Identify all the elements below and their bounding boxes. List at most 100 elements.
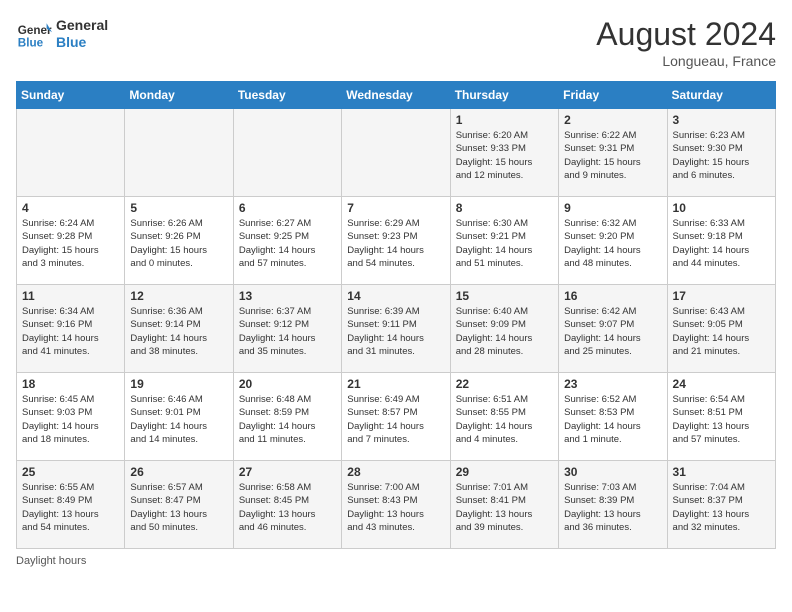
day-number: 31: [673, 465, 770, 479]
calendar-cell: 5 Sunrise: 6:26 AMSunset: 9:26 PMDaylight…: [125, 197, 233, 285]
day-info: Sunrise: 7:03 AMSunset: 8:39 PMDaylight:…: [564, 481, 661, 534]
day-info: Sunrise: 6:26 AMSunset: 9:26 PMDaylight:…: [130, 217, 227, 270]
calendar-cell: 24 Sunrise: 6:54 AMSunset: 8:51 PMDayligh…: [667, 373, 775, 461]
logo-line1: General: [56, 17, 108, 34]
calendar-cell: 9 Sunrise: 6:32 AMSunset: 9:20 PMDaylight…: [559, 197, 667, 285]
month-year: August 2024: [596, 16, 776, 53]
calendar-cell: 19 Sunrise: 6:46 AMSunset: 9:01 PMDayligh…: [125, 373, 233, 461]
day-number: 24: [673, 377, 770, 391]
page-header: General Blue General Blue August 2024 Lo…: [16, 16, 776, 69]
calendar-cell: 27 Sunrise: 6:58 AMSunset: 8:45 PMDayligh…: [233, 461, 341, 549]
calendar-cell: 11Sunrise: 6:34 AMSunset: 9:16 PMDayligh…: [17, 285, 125, 373]
day-info: Sunrise: 6:27 AMSunset: 9:25 PMDaylight:…: [239, 217, 336, 270]
day-info: Sunrise: 6:29 AMSunset: 9:23 PMDaylight:…: [347, 217, 444, 270]
day-info: Sunrise: 6:36 AMSunset: 9:14 PMDaylight:…: [130, 305, 227, 358]
day-info: Sunrise: 6:39 AMSunset: 9:11 PMDaylight:…: [347, 305, 444, 358]
calendar-cell: 17Sunrise: 6:43 AMSunset: 9:05 PMDayligh…: [667, 285, 775, 373]
week-row-1: 1Sunrise: 6:20 AMSunset: 9:33 PMDaylight…: [17, 109, 776, 197]
header-day-wednesday: Wednesday: [342, 82, 450, 109]
logo: General Blue General Blue: [16, 16, 108, 52]
header-day-monday: Monday: [125, 82, 233, 109]
day-info: Sunrise: 7:04 AMSunset: 8:37 PMDaylight:…: [673, 481, 770, 534]
day-number: 19: [130, 377, 227, 391]
day-number: 30: [564, 465, 661, 479]
day-info: Sunrise: 6:32 AMSunset: 9:20 PMDaylight:…: [564, 217, 661, 270]
day-info: Sunrise: 6:40 AMSunset: 9:09 PMDaylight:…: [456, 305, 553, 358]
calendar-cell: 29 Sunrise: 7:01 AMSunset: 8:41 PMDayligh…: [450, 461, 558, 549]
calendar-cell: 18Sunrise: 6:45 AMSunset: 9:03 PMDayligh…: [17, 373, 125, 461]
week-row-3: 11Sunrise: 6:34 AMSunset: 9:16 PMDayligh…: [17, 285, 776, 373]
day-number: 13: [239, 289, 336, 303]
day-number: 14: [347, 289, 444, 303]
header-day-thursday: Thursday: [450, 82, 558, 109]
week-row-5: 25 Sunrise: 6:55 AMSunset: 8:49 PMDayligh…: [17, 461, 776, 549]
calendar-cell: [342, 109, 450, 197]
title-block: August 2024 Longueau, France: [596, 16, 776, 69]
calendar-cell: 22 Sunrise: 6:51 AMSunset: 8:55 PMDayligh…: [450, 373, 558, 461]
svg-text:Blue: Blue: [18, 37, 44, 50]
calendar-cell: [125, 109, 233, 197]
header-row: SundayMondayTuesdayWednesdayThursdayFrid…: [17, 82, 776, 109]
header-day-friday: Friday: [559, 82, 667, 109]
footer-label: Daylight hours: [16, 555, 776, 567]
day-info: Sunrise: 6:33 AMSunset: 9:18 PMDaylight:…: [673, 217, 770, 270]
day-number: 26: [130, 465, 227, 479]
calendar-cell: 15Sunrise: 6:40 AMSunset: 9:09 PMDayligh…: [450, 285, 558, 373]
day-info: Sunrise: 6:55 AMSunset: 8:49 PMDaylight:…: [22, 481, 119, 534]
calendar-cell: 1Sunrise: 6:20 AMSunset: 9:33 PMDaylight…: [450, 109, 558, 197]
day-number: 25: [22, 465, 119, 479]
day-info: Sunrise: 6:34 AMSunset: 9:16 PMDaylight:…: [22, 305, 119, 358]
calendar-cell: 10Sunrise: 6:33 AMSunset: 9:18 PMDayligh…: [667, 197, 775, 285]
day-info: Sunrise: 6:46 AMSunset: 9:01 PMDaylight:…: [130, 393, 227, 446]
calendar-cell: 31 Sunrise: 7:04 AMSunset: 8:37 PMDayligh…: [667, 461, 775, 549]
day-info: Sunrise: 6:58 AMSunset: 8:45 PMDaylight:…: [239, 481, 336, 534]
day-number: 23: [564, 377, 661, 391]
day-number: 21: [347, 377, 444, 391]
day-number: 20: [239, 377, 336, 391]
day-number: 7: [347, 201, 444, 215]
logo-icon: General Blue: [16, 16, 52, 52]
calendar-cell: 4 Sunrise: 6:24 AMSunset: 9:28 PMDaylight…: [17, 197, 125, 285]
day-info: Sunrise: 6:51 AMSunset: 8:55 PMDaylight:…: [456, 393, 553, 446]
calendar-cell: 20 Sunrise: 6:48 AMSunset: 8:59 PMDayligh…: [233, 373, 341, 461]
header-day-sunday: Sunday: [17, 82, 125, 109]
logo-line2: Blue: [56, 34, 108, 51]
day-info: Sunrise: 6:42 AMSunset: 9:07 PMDaylight:…: [564, 305, 661, 358]
day-number: 5: [130, 201, 227, 215]
day-number: 29: [456, 465, 553, 479]
calendar-cell: 8Sunrise: 6:30 AMSunset: 9:21 PMDaylight…: [450, 197, 558, 285]
day-info: Sunrise: 6:49 AMSunset: 8:57 PMDaylight:…: [347, 393, 444, 446]
day-number: 22: [456, 377, 553, 391]
location: Longueau, France: [596, 53, 776, 69]
calendar-body: 1Sunrise: 6:20 AMSunset: 9:33 PMDaylight…: [17, 109, 776, 549]
calendar-cell: 23 Sunrise: 6:52 AMSunset: 8:53 PMDayligh…: [559, 373, 667, 461]
day-number: 6: [239, 201, 336, 215]
day-number: 18: [22, 377, 119, 391]
day-info: Sunrise: 6:57 AMSunset: 8:47 PMDaylight:…: [130, 481, 227, 534]
day-number: 28: [347, 465, 444, 479]
day-number: 2: [564, 113, 661, 127]
calendar-cell: [17, 109, 125, 197]
day-number: 4: [22, 201, 119, 215]
day-info: Sunrise: 6:37 AMSunset: 9:12 PMDaylight:…: [239, 305, 336, 358]
day-info: Sunrise: 6:48 AMSunset: 8:59 PMDaylight:…: [239, 393, 336, 446]
day-info: Sunrise: 6:30 AMSunset: 9:21 PMDaylight:…: [456, 217, 553, 270]
calendar-cell: 13 Sunrise: 6:37 AMSunset: 9:12 PMDayligh…: [233, 285, 341, 373]
day-info: Sunrise: 6:54 AMSunset: 8:51 PMDaylight:…: [673, 393, 770, 446]
calendar-table: SundayMondayTuesdayWednesdayThursdayFrid…: [16, 81, 776, 549]
calendar-cell: 3Sunrise: 6:23 AMSunset: 9:30 PMDaylight…: [667, 109, 775, 197]
calendar-cell: 6 Sunrise: 6:27 AMSunset: 9:25 PMDaylight…: [233, 197, 341, 285]
week-row-2: 4 Sunrise: 6:24 AMSunset: 9:28 PMDaylight…: [17, 197, 776, 285]
calendar-cell: 25 Sunrise: 6:55 AMSunset: 8:49 PMDayligh…: [17, 461, 125, 549]
day-number: 9: [564, 201, 661, 215]
day-info: Sunrise: 6:52 AMSunset: 8:53 PMDaylight:…: [564, 393, 661, 446]
calendar-header: SundayMondayTuesdayWednesdayThursdayFrid…: [17, 82, 776, 109]
day-info: Sunrise: 6:22 AMSunset: 9:31 PMDaylight:…: [564, 129, 661, 182]
day-info: Sunrise: 6:43 AMSunset: 9:05 PMDaylight:…: [673, 305, 770, 358]
day-info: Sunrise: 6:24 AMSunset: 9:28 PMDaylight:…: [22, 217, 119, 270]
day-number: 16: [564, 289, 661, 303]
day-info: Sunrise: 7:01 AMSunset: 8:41 PMDaylight:…: [456, 481, 553, 534]
calendar-cell: 21 Sunrise: 6:49 AMSunset: 8:57 PMDayligh…: [342, 373, 450, 461]
day-number: 12: [130, 289, 227, 303]
day-number: 27: [239, 465, 336, 479]
